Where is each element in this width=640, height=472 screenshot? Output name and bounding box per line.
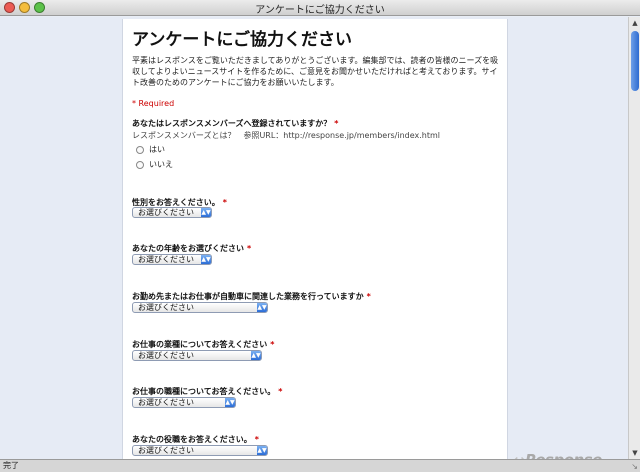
business-type-select[interactable]: お選びください ▲▼ bbox=[132, 350, 262, 361]
position-select[interactable]: お選びください ▲▼ bbox=[132, 445, 268, 456]
gender-select[interactable]: お選びください ▲▼ bbox=[132, 207, 212, 218]
chevron-updown-icon: ▲▼ bbox=[201, 208, 211, 217]
scroll-up-icon[interactable]: ▲ bbox=[630, 18, 640, 28]
vertical-scrollbar[interactable]: ▲ ▼ bbox=[628, 17, 640, 459]
title-bar[interactable]: アンケートにご協力ください bbox=[0, 0, 640, 16]
required-mark: * bbox=[254, 435, 259, 444]
age-select[interactable]: お選びください ▲▼ bbox=[132, 254, 212, 265]
chevron-updown-icon: ▲▼ bbox=[257, 446, 267, 455]
page-content: アンケートにご協力ください 平素はレスポンスをご覧いただきましてありがとうござい… bbox=[0, 17, 628, 459]
window-title: アンケートにご協力ください bbox=[255, 5, 385, 16]
radio-button[interactable] bbox=[136, 160, 144, 169]
question-label-auto-industry: お勤め先またはお仕事が自動車に関連した業務を行っていますか * bbox=[132, 292, 371, 301]
chevron-updown-icon: ▲▼ bbox=[251, 351, 261, 360]
resize-grip-icon[interactable]: ↘ bbox=[631, 462, 638, 471]
scroll-down-icon[interactable]: ▼ bbox=[630, 448, 640, 458]
required-mark: * bbox=[366, 292, 371, 301]
status-text: 完了 bbox=[3, 461, 19, 470]
required-mark: * bbox=[222, 198, 227, 207]
form-intro: 平素はレスポンスをご覧いただきましてありがとうございます。編集部では、読者の皆様… bbox=[132, 56, 499, 87]
chevron-updown-icon: ▲▼ bbox=[257, 303, 267, 312]
job-type-select[interactable]: お選びください ▲▼ bbox=[132, 397, 236, 408]
radio-option-no[interactable]: いいえ bbox=[136, 159, 173, 170]
response-logo-watermark: ↔Response. bbox=[513, 451, 608, 459]
required-mark: * bbox=[334, 119, 339, 128]
scrollbar-thumb[interactable] bbox=[631, 31, 639, 91]
required-note: * Required bbox=[132, 99, 175, 108]
status-bar: 完了 ↘ bbox=[0, 459, 640, 472]
form-title: アンケートにご協力ください bbox=[132, 30, 352, 50]
survey-form: アンケートにご協力ください 平素はレスポンスをご覧いただきましてありがとうござい… bbox=[122, 19, 508, 459]
required-mark: * bbox=[278, 387, 283, 396]
chevron-updown-icon: ▲▼ bbox=[201, 255, 211, 264]
browser-window: アンケートにご協力ください アンケートにご協力ください 平素はレスポンスをご覧い… bbox=[0, 0, 640, 472]
question-label-membership: あなたはレスポンスメンバーズへ登録されていますか？ * bbox=[132, 119, 339, 128]
question-label-job-type: お仕事の職種についてお答えください。 * bbox=[132, 387, 283, 396]
radio-option-yes[interactable]: はい bbox=[136, 144, 165, 155]
question-label-age: あなたの年齢をお選びください * bbox=[132, 244, 252, 253]
chevron-updown-icon: ▲▼ bbox=[225, 398, 235, 407]
question-label-business-type: お仕事の業種についてお答えください * bbox=[132, 340, 275, 349]
question-label-position: あなたの役職をお答えください。 * bbox=[132, 435, 259, 444]
required-mark: * bbox=[270, 340, 275, 349]
auto-industry-select[interactable]: お選びください ▲▼ bbox=[132, 302, 268, 313]
question-help-membership: レスポンスメンバーズとは？ 参照URL：http://response.jp/m… bbox=[132, 131, 441, 140]
radio-button[interactable] bbox=[136, 145, 144, 154]
required-mark: * bbox=[247, 244, 252, 253]
